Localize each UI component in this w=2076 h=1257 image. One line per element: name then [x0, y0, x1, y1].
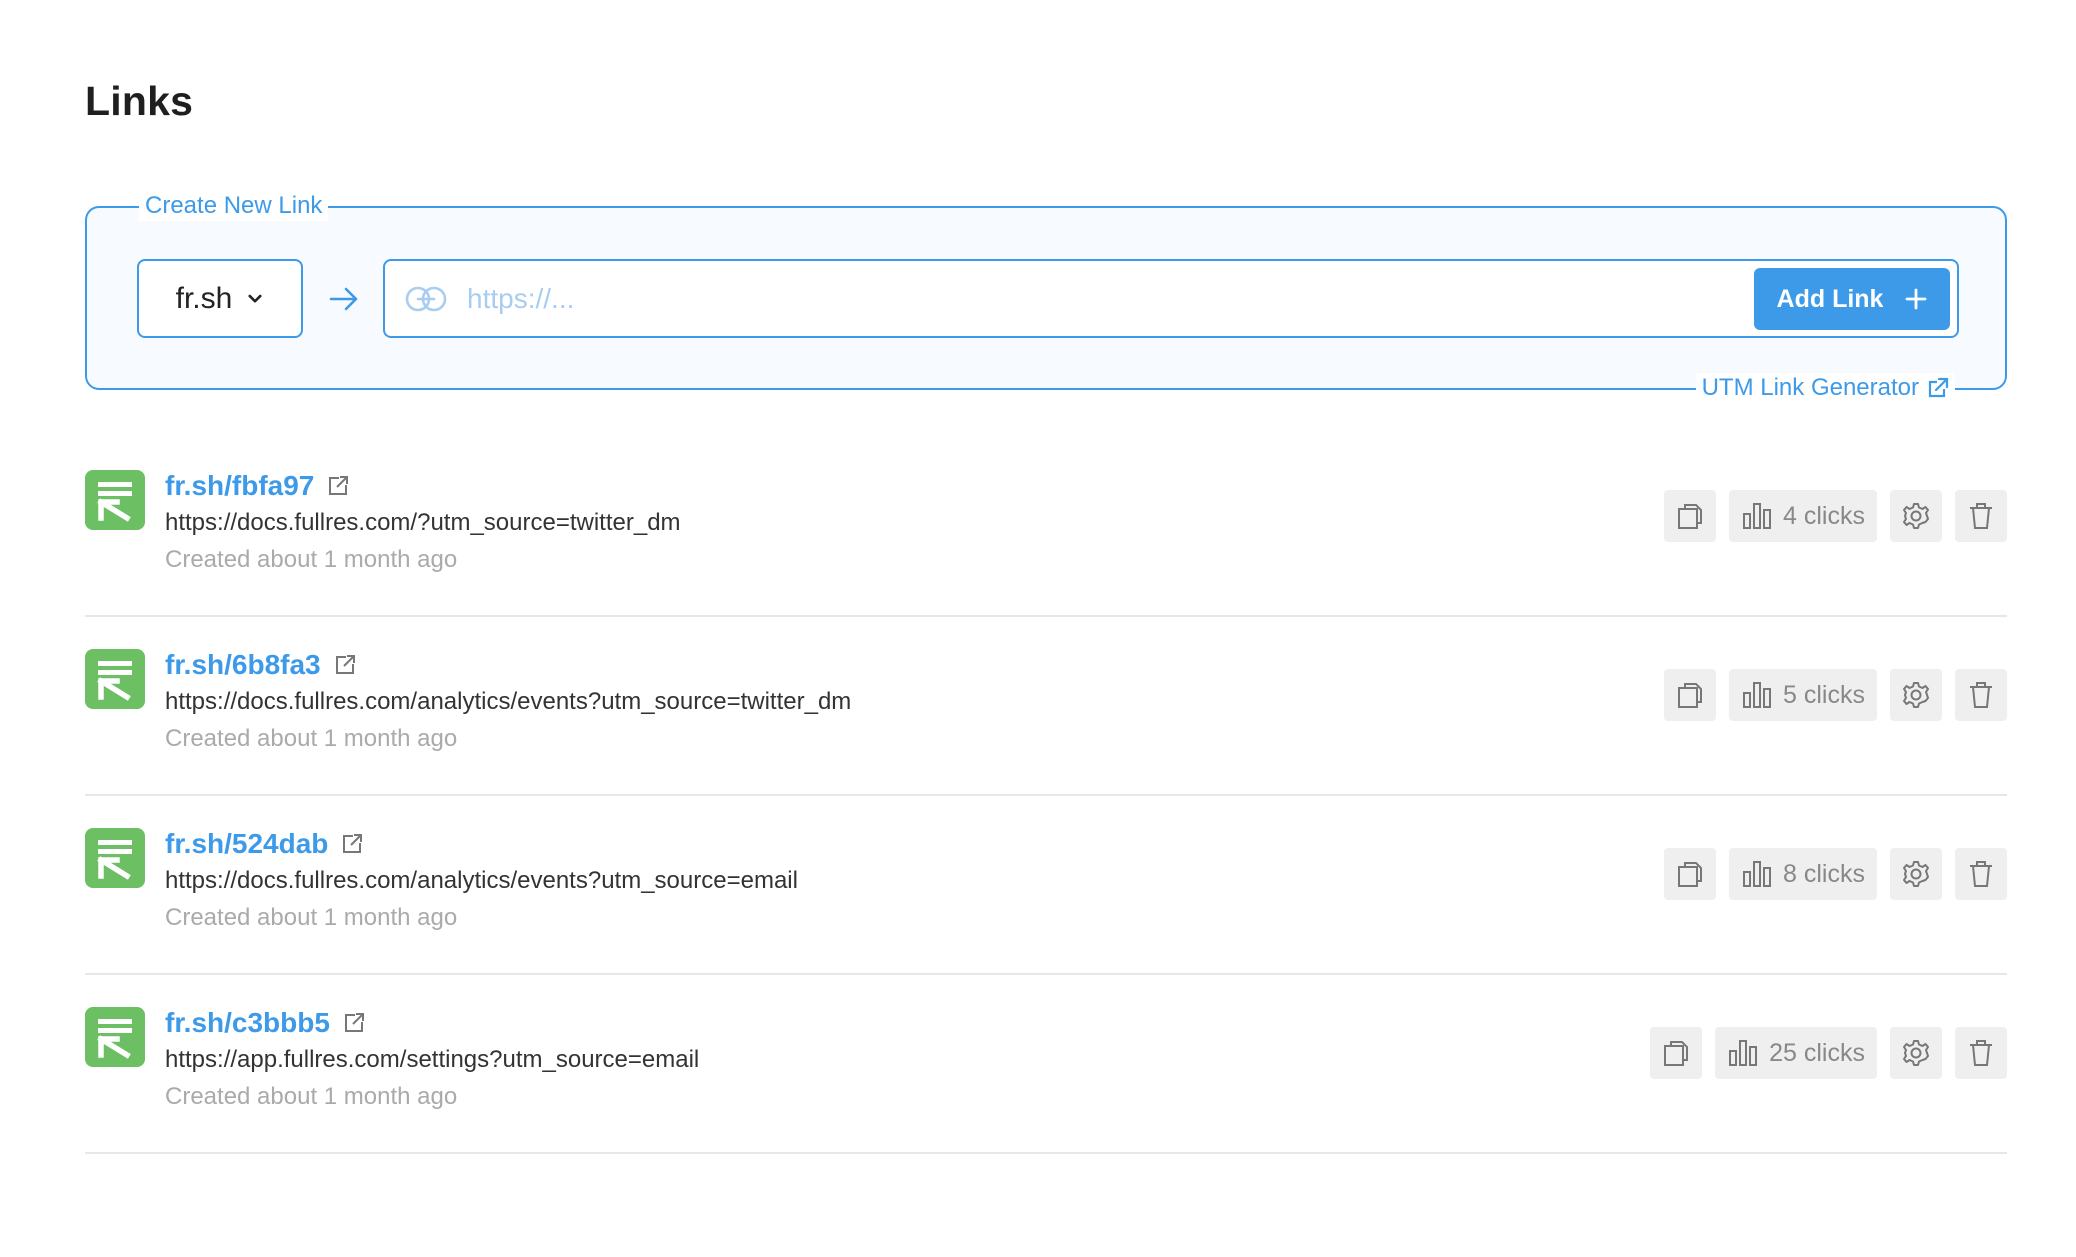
page-title: Links [85, 78, 194, 124]
fullres-logo-icon [85, 828, 145, 888]
clicks-count: 8 clicks [1783, 859, 1865, 888]
settings-button[interactable] [1890, 669, 1942, 721]
created-timestamp: Created about 1 month ago [165, 1083, 458, 1110]
trash-icon [1970, 682, 1992, 708]
external-link-icon[interactable] [326, 474, 350, 498]
settings-button[interactable] [1890, 490, 1942, 542]
row-actions: 8 clicks [1664, 848, 2007, 900]
destination-url: https://docs.fullres.com/analytics/event… [165, 688, 852, 715]
bar-chart-icon [1743, 861, 1772, 887]
delete-button[interactable] [1955, 1027, 2007, 1079]
short-link[interactable]: fr.sh/fbfa97 [165, 470, 350, 502]
short-link[interactable]: fr.sh/6b8fa3 [165, 649, 357, 681]
trash-icon [1970, 1040, 1992, 1066]
delete-button[interactable] [1955, 490, 2007, 542]
utm-link-generator-label: UTM Link Generator [1701, 374, 1919, 401]
arrow-right-icon [329, 287, 358, 311]
create-link-legend: Create New Link [139, 191, 329, 221]
delete-button[interactable] [1955, 669, 2007, 721]
settings-button[interactable] [1890, 1027, 1942, 1079]
chevron-down-icon [248, 294, 262, 303]
links-list: fr.sh/fbfa97 https://docs.fullres.com/?u… [85, 438, 2007, 1154]
copy-icon [1678, 683, 1703, 708]
trash-icon [1970, 503, 1992, 529]
link-row: fr.sh/fbfa97 https://docs.fullres.com/?u… [85, 438, 2007, 617]
short-link-text[interactable]: fr.sh/524dab [165, 828, 328, 860]
add-link-label: Add Link [1776, 284, 1884, 313]
gear-icon [1903, 861, 1929, 887]
short-link-text[interactable]: fr.sh/6b8fa3 [165, 649, 321, 681]
row-actions: 4 clicks [1664, 490, 2007, 542]
clicks-count: 25 clicks [1769, 1038, 1865, 1067]
create-link-panel: Create New Link fr.sh Add Link UTM Link … [85, 191, 2007, 403]
gear-icon [1903, 1040, 1929, 1066]
domain-select-value: fr.sh [175, 281, 233, 315]
clicks-button[interactable]: 25 clicks [1715, 1027, 1877, 1079]
created-timestamp: Created about 1 month ago [165, 546, 458, 573]
short-link[interactable]: fr.sh/c3bbb5 [165, 1007, 366, 1039]
fullres-logo-icon [85, 470, 145, 530]
external-link-icon[interactable] [340, 832, 364, 856]
utm-link-generator-link[interactable]: UTM Link Generator [1695, 373, 1955, 403]
fullres-logo-icon [85, 1007, 145, 1067]
copy-button[interactable] [1664, 669, 1717, 721]
copy-button[interactable] [1664, 848, 1717, 900]
delete-button[interactable] [1955, 848, 2007, 900]
bar-chart-icon [1729, 1040, 1758, 1066]
trash-icon [1970, 861, 1992, 887]
clicks-button[interactable]: 8 clicks [1729, 848, 1877, 900]
short-link-text[interactable]: fr.sh/fbfa97 [165, 470, 314, 502]
row-actions: 5 clicks [1664, 669, 2007, 721]
clicks-count: 5 clicks [1783, 680, 1865, 709]
destination-url: https://docs.fullres.com/analytics/event… [165, 867, 798, 894]
destination-url: https://docs.fullres.com/?utm_source=twi… [165, 509, 681, 536]
fullres-logo-icon [85, 649, 145, 709]
copy-button[interactable] [1664, 490, 1717, 542]
copy-icon [1678, 862, 1703, 887]
plus-icon [1906, 288, 1927, 310]
short-link-text[interactable]: fr.sh/c3bbb5 [165, 1007, 330, 1039]
bar-chart-icon [1743, 682, 1772, 708]
short-link[interactable]: fr.sh/524dab [165, 828, 364, 860]
link-row: fr.sh/6b8fa3 https://docs.fullres.com/an… [85, 617, 2007, 796]
external-link-icon[interactable] [342, 1011, 366, 1035]
external-link-icon[interactable] [333, 653, 357, 677]
clicks-count: 4 clicks [1783, 501, 1865, 530]
url-field: Add Link [383, 259, 1959, 338]
bar-chart-icon [1743, 503, 1772, 529]
add-link-button[interactable]: Add Link [1754, 268, 1950, 330]
domain-select[interactable]: fr.sh [137, 259, 303, 338]
destination-url: https://app.fullres.com/settings?utm_sou… [165, 1046, 700, 1073]
link-row: fr.sh/524dab https://docs.fullres.com/an… [85, 796, 2007, 975]
row-actions: 25 clicks [1650, 1027, 2007, 1079]
gear-icon [1903, 503, 1929, 529]
clicks-button[interactable]: 5 clicks [1729, 669, 1877, 721]
copy-icon [1678, 504, 1703, 529]
link-row: fr.sh/c3bbb5 https://app.fullres.com/set… [85, 975, 2007, 1154]
clicks-button[interactable]: 4 clicks [1729, 490, 1877, 542]
link-icon [405, 286, 447, 312]
created-timestamp: Created about 1 month ago [165, 904, 458, 931]
copy-button[interactable] [1650, 1027, 1703, 1079]
gear-icon [1903, 682, 1929, 708]
settings-button[interactable] [1890, 848, 1942, 900]
created-timestamp: Created about 1 month ago [165, 725, 458, 752]
copy-icon [1664, 1041, 1689, 1066]
url-input[interactable] [467, 279, 1467, 319]
external-link-icon [1928, 377, 1949, 398]
